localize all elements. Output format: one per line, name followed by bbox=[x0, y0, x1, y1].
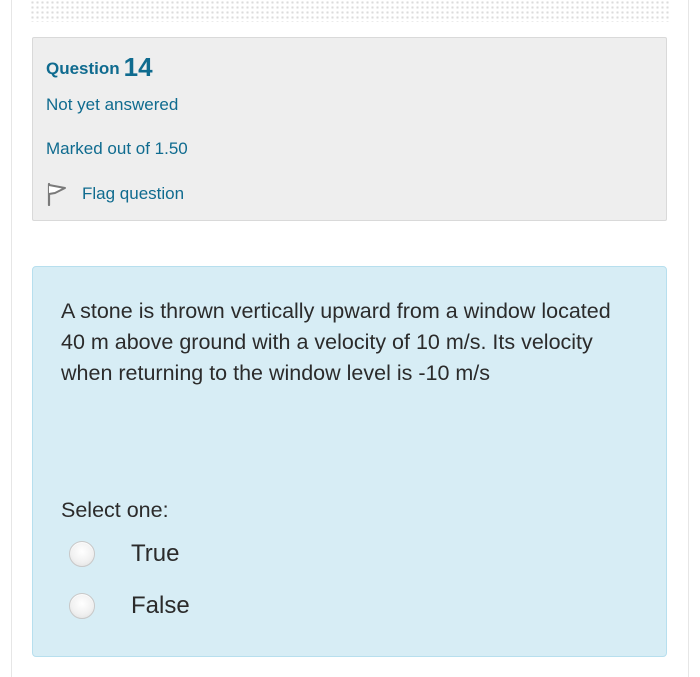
question-state: Not yet answered bbox=[46, 95, 179, 114]
question-info-panel: Question 14 Not yet answered Marked out o… bbox=[32, 37, 667, 221]
quiz-page: Question 14 Not yet answered Marked out o… bbox=[0, 0, 700, 677]
question-text: A stone is thrown vertically upward from… bbox=[61, 299, 611, 385]
flag-question-button[interactable]: Flag question bbox=[46, 181, 184, 207]
question-label: Question bbox=[46, 59, 120, 78]
false-radio-button[interactable] bbox=[69, 593, 95, 619]
right-divider bbox=[688, 0, 689, 677]
option-true[interactable]: True bbox=[69, 538, 179, 570]
flag-icon bbox=[46, 182, 68, 207]
question-heading: Question 14 bbox=[46, 50, 153, 82]
flag-question-label: Flag question bbox=[82, 184, 185, 203]
left-divider bbox=[11, 0, 12, 677]
option-false-label: False bbox=[131, 592, 190, 619]
question-grade: Marked out of 1.50 bbox=[46, 139, 188, 158]
true-radio-button[interactable] bbox=[69, 541, 95, 567]
option-false[interactable]: False bbox=[69, 590, 190, 622]
option-true-label: True bbox=[131, 540, 180, 567]
answer-prompt: Select one: bbox=[61, 498, 169, 522]
question-number: 14 bbox=[123, 52, 153, 82]
question-content-panel: A stone is thrown vertically upward from… bbox=[32, 266, 667, 657]
decorative-dot-strip bbox=[30, 0, 670, 22]
